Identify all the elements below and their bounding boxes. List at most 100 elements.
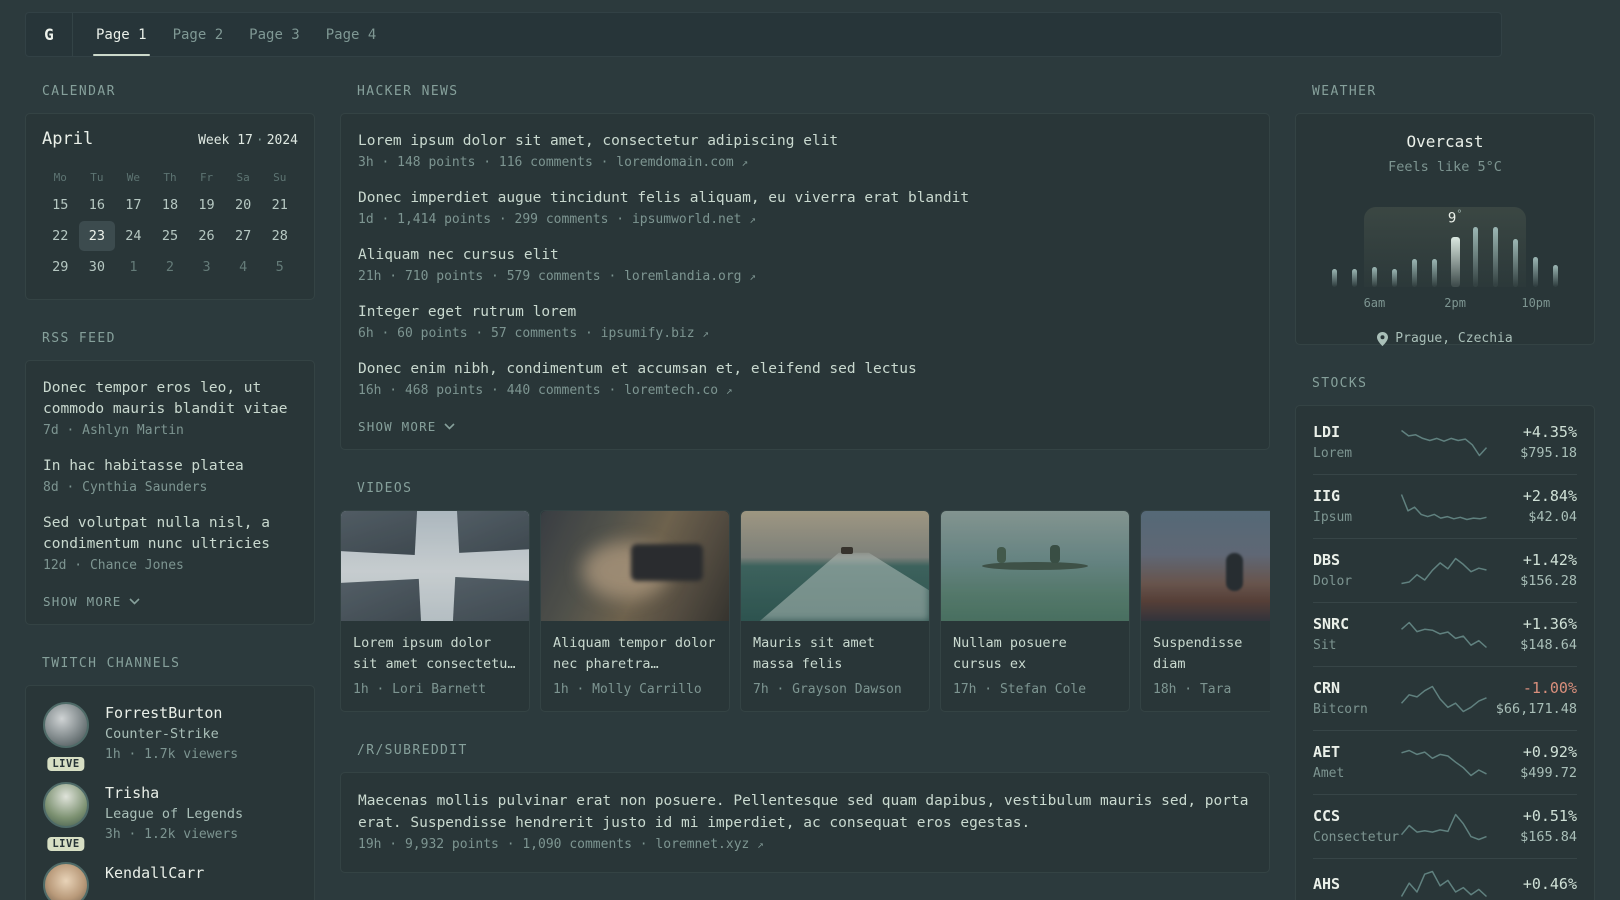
calendar-day: 22 (52, 228, 69, 244)
tab-page-3[interactable]: Page 3 (236, 13, 313, 56)
hn-item-domain[interactable]: loremlandia.org (624, 269, 741, 284)
stock-price: $499.72 (1520, 765, 1577, 781)
channel-avatar (43, 702, 89, 748)
weather-bar-slot (1324, 269, 1344, 287)
weather-bar-slot (1385, 269, 1405, 287)
subreddit-card: Maecenas mollis pulvinar erat non posuer… (340, 772, 1270, 873)
video-meta: 17h · Stefan Cole (953, 682, 1087, 697)
channel-name[interactable]: Trisha (105, 782, 243, 804)
calendar-card: April Week 17 · 2024 Mo Tu We Th Fr Sa Su … (25, 113, 315, 300)
hn-item-domain[interactable]: ipsumify.biz (601, 326, 695, 341)
stock-name: Bitcorn (1313, 702, 1368, 717)
stocks-title: STOCKS (1312, 376, 1368, 391)
video-meta: 1h · Lori Barnett (353, 682, 487, 697)
hackernews-card: Lorem ipsum dolor sit amet, consectetur … (340, 113, 1270, 450)
rss-item-meta: 12d · Chance Jones (43, 558, 184, 573)
calendar-day-selected: 23 (78, 221, 116, 251)
stock-row[interactable]: LDI Lorem +4.35% $795.18 (1313, 411, 1577, 474)
video-title[interactable]: Aliquam tempor dolor nec pharetra… (553, 633, 717, 675)
stock-ticker: CRN (1313, 679, 1341, 697)
hn-item: Donec imperdiet augue tincidunt felis al… (358, 188, 1252, 230)
weather-condition: Overcast (1406, 132, 1484, 151)
rss-item: In hac habitasse platea 8d · Cynthia Sau… (43, 456, 297, 498)
twitch-widget: TWITCH CHANNELS LIVE ForrestBurton Count… (25, 656, 315, 900)
rss-card: Donec tempor eros leo, ut commodo mauris… (25, 360, 315, 625)
calendar-day: 25 (161, 228, 179, 244)
weather-bar-slot (1506, 239, 1526, 287)
subreddit-post-domain[interactable]: loremnet.xyz (655, 837, 749, 852)
tab-page-4[interactable]: Page 4 (313, 13, 390, 56)
hn-item-title[interactable]: Aliquam nec cursus elit (358, 245, 1252, 266)
video-card[interactable]: Mauris sit amet massa felis 7h · Grayson … (740, 510, 930, 712)
stocks-card: LDI Lorem +4.35% $795.18 IIG Ipsum +2.84% $4… (1295, 405, 1595, 900)
subreddit-post-meta: 19h · 9,932 points · 1,090 comments · lo… (358, 837, 764, 852)
app-logo[interactable]: G (26, 13, 73, 56)
external-link-icon: ↗ (749, 270, 756, 283)
tab-page-1[interactable]: Page 1 (83, 13, 160, 56)
weekday-label: Th (163, 171, 177, 184)
stock-sparkline (1401, 749, 1488, 776)
hn-item-title[interactable]: Donec imperdiet augue tincidunt felis al… (358, 188, 1252, 209)
channel-name[interactable]: KendallCarr (105, 862, 204, 884)
weather-bars: 6am 2pm 10pm (1324, 195, 1566, 310)
weather-bar-slot (1465, 227, 1485, 287)
weekday-label: Tu (90, 171, 104, 184)
stock-row[interactable]: AHS +0.46% (1313, 858, 1577, 900)
channel-avatar (43, 782, 89, 828)
weather-feels-like: Feels like 5°C (1388, 159, 1502, 175)
stock-row[interactable]: AET Amet +0.92% $499.72 (1313, 730, 1577, 794)
hn-item-domain[interactable]: loremtech.co (624, 383, 718, 398)
calendar-day: 28 (271, 228, 288, 244)
external-link-icon: ↗ (757, 838, 764, 851)
hn-item-domain[interactable]: ipsumworld.net (632, 212, 742, 227)
hn-item-title[interactable]: Integer eget rutrum lorem (358, 302, 1252, 323)
rss-show-more-button[interactable]: SHOW MORE (43, 594, 140, 609)
twitch-channel[interactable]: LIVE Trisha League of Legends 3h · 1.2k … (43, 782, 297, 851)
hn-show-more-button[interactable]: SHOW MORE (358, 419, 455, 434)
calendar-day-next-month: 2 (165, 259, 175, 275)
calendar-month: April (42, 129, 94, 149)
video-card[interactable]: Suspendisse diam 18h · Tara (1140, 510, 1270, 712)
hn-item-title[interactable]: Donec enim nibh, condimentum et accumsan… (358, 359, 1252, 380)
stock-row[interactable]: DBS Dolor +1.42% $156.28 (1313, 538, 1577, 602)
stock-ticker: IIG (1313, 487, 1341, 505)
video-card[interactable]: Lorem ipsum dolor sit amet consectetu… 1h… (340, 510, 530, 712)
channel-viewers: 3h · 1.2k viewers (105, 827, 239, 842)
videos-title: VIDEOS (357, 481, 413, 496)
live-badge: LIVE (47, 837, 85, 851)
video-title[interactable]: Suspendisse diam (1153, 633, 1270, 675)
stock-ticker: SNRC (1313, 615, 1350, 633)
video-title[interactable]: Lorem ipsum dolor sit amet consectetu… (353, 633, 517, 675)
page-tabs: Page 1 Page 2 Page 3 Page 4 (83, 13, 389, 56)
stock-row[interactable]: IIG Ipsum +2.84% $42.04 (1313, 474, 1577, 538)
weather-tick-label: 2pm (1444, 296, 1466, 310)
video-card[interactable]: Nullam posuere cursus ex 17h · Stefan Col… (940, 510, 1130, 712)
tab-page-2[interactable]: Page 2 (160, 13, 237, 56)
weekday-label: Fr (199, 171, 214, 184)
subreddit-post-title[interactable]: Maecenas mollis pulvinar erat non posuer… (358, 790, 1252, 834)
rss-item-title[interactable]: Sed volutpat nulla nisl, a condimentum n… (43, 513, 297, 555)
weather-bar-slot (1546, 265, 1566, 287)
stock-price: $165.84 (1520, 829, 1577, 845)
twitch-card: LIVE ForrestBurton Counter-Strike 1h · 1… (25, 685, 315, 900)
stock-row[interactable]: CCS Consectetur +0.51% $165.84 (1313, 794, 1577, 858)
weekday-label: Sa (236, 171, 250, 184)
calendar-day: 26 (198, 228, 215, 244)
hn-item-title[interactable]: Lorem ipsum dolor sit amet, consectetur … (358, 131, 1252, 152)
calendar-day-next-month: 3 (202, 259, 211, 275)
video-title[interactable]: Mauris sit amet massa felis (753, 633, 917, 675)
video-title[interactable]: Nullam posuere cursus ex (953, 633, 1117, 675)
hn-item: Aliquam nec cursus elit 21h · 710 points… (358, 245, 1252, 287)
video-row: Lorem ipsum dolor sit amet consectetu… 1h… (340, 510, 1270, 712)
calendar-day-next-month: 4 (239, 259, 248, 275)
stock-row[interactable]: SNRC Sit +1.36% $148.64 (1313, 602, 1577, 666)
twitch-channel[interactable]: LIVE ForrestBurton Counter-Strike 1h · 1… (43, 702, 297, 771)
channel-name[interactable]: ForrestBurton (105, 702, 238, 724)
video-card[interactable]: Aliquam tempor dolor nec pharetra… 1h · M… (540, 510, 730, 712)
twitch-channel[interactable]: KendallCarr (43, 862, 297, 900)
hn-item-domain[interactable]: loremdomain.com (616, 155, 733, 170)
subreddit-widget: /R/SUBREDDIT Maecenas mollis pulvinar er… (340, 743, 1270, 873)
stock-row[interactable]: CRN Bitcorn -1.00% $66,171.48 (1313, 666, 1577, 730)
rss-item-title[interactable]: In hac habitasse platea (43, 456, 297, 477)
rss-item-title[interactable]: Donec tempor eros leo, ut commodo mauris… (43, 378, 297, 420)
